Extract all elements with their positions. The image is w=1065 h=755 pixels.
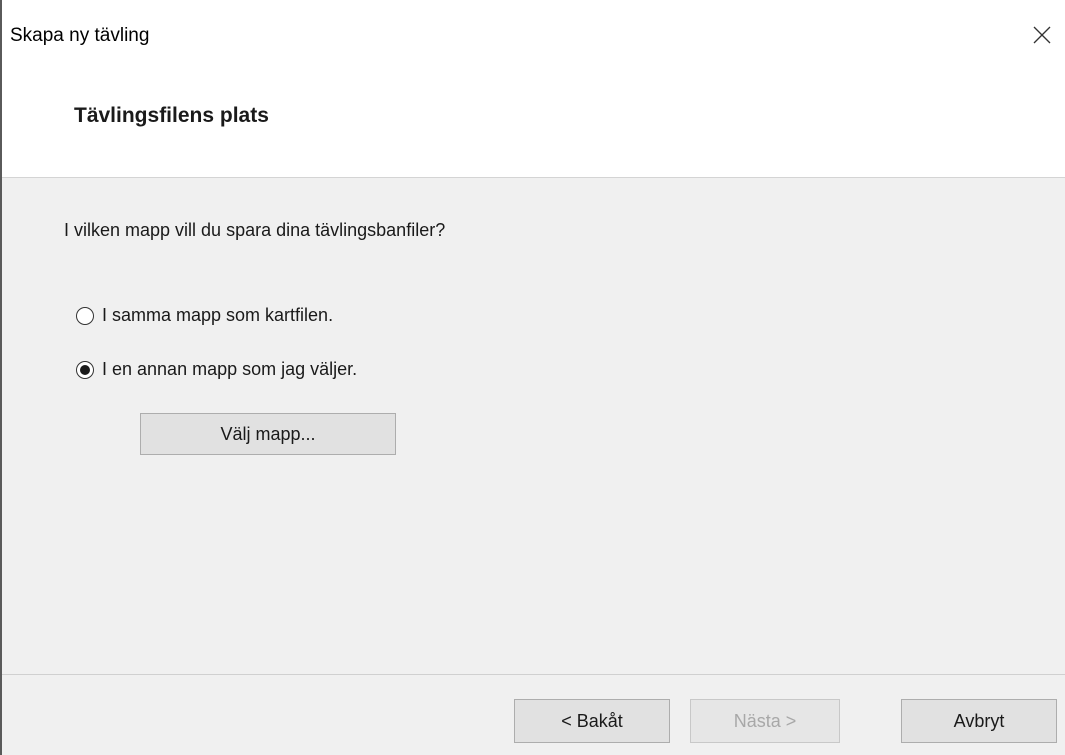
close-button[interactable] [1019,12,1065,58]
radio-label-other-folder: I en annan mapp som jag väljer. [102,359,358,379]
title-bar: Skapa ny tävling [2,0,1065,78]
question-label: I vilken mapp vill du spara dina tävling… [64,220,446,240]
next-button[interactable]: Nästa > [690,699,840,743]
dialog-window: Skapa ny tävling Tävlingsfilens plats I … [0,0,1065,755]
wizard-content: I vilken mapp vill du spara dina tävling… [2,178,1065,674]
radio-button-other-folder[interactable] [76,360,94,379]
radio-button-same-folder[interactable] [76,306,94,325]
radio-option-same-folder[interactable]: I samma mapp som kartfilen. [76,305,333,326]
back-button[interactable]: < Bakåt [514,699,670,743]
choose-folder-button[interactable]: Välj mapp... [140,413,396,455]
radio-label-same-folder: I samma mapp som kartfilen. [102,305,334,325]
cancel-button[interactable]: Avbryt [901,699,1057,743]
wizard-footer: < Bakåt Nästa > Avbryt [2,675,1065,755]
window-title: Skapa ny tävling [10,25,150,46]
page-title: Tävlingsfilens plats [74,104,269,127]
wizard-header: Tävlingsfilens plats [2,78,1065,178]
close-icon [1033,26,1051,44]
radio-option-other-folder[interactable]: I en annan mapp som jag väljer. [76,359,357,380]
